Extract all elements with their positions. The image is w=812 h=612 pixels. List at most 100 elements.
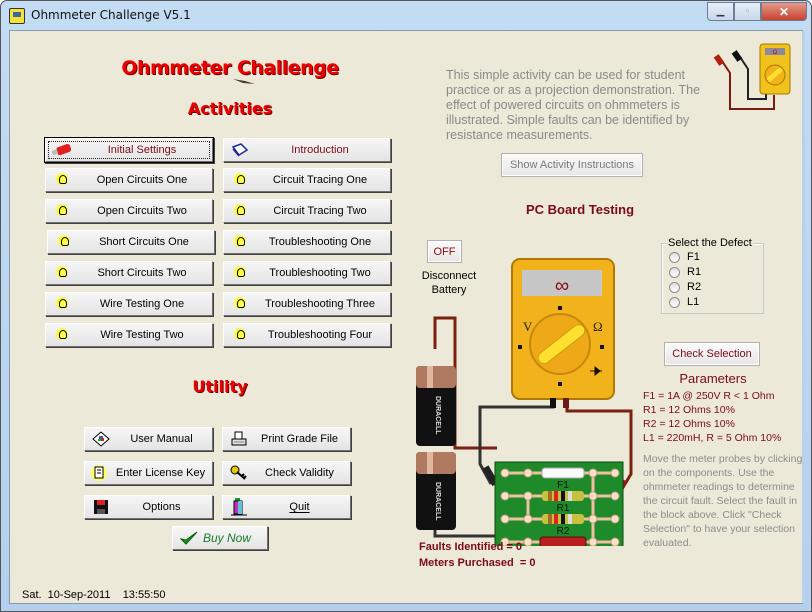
utility-heading: Utility	[192, 377, 248, 396]
maximize-icon: ▫	[745, 6, 750, 17]
activities-heading: Activities	[187, 99, 273, 118]
fuse-f1[interactable]	[541, 467, 585, 479]
battery-brand-top: DURACELL	[434, 396, 441, 435]
lightbulb-icon	[230, 202, 250, 220]
lightbulb-icon	[52, 295, 72, 313]
circuit-illustration: DURACELL DURACELL ∞ V Ω F1 R1 R2	[416, 258, 633, 546]
activity-button-wire-testing-one[interactable]: Wire Testing One	[45, 292, 213, 316]
defect-option-r1[interactable]: R1	[669, 266, 701, 278]
meter-display: ∞	[555, 275, 569, 297]
activity-button-label: Troubleshooting Four	[267, 329, 373, 341]
activity-button-label: Open Circuits One	[96, 174, 188, 186]
activity-button-troubleshooting-two[interactable]: Troubleshooting Two	[223, 261, 391, 285]
activity-button-initial-settings[interactable]: Initial Settings	[45, 138, 213, 162]
buy-now-button[interactable]: Buy Now	[172, 526, 268, 550]
user-manual-button[interactable]: User Manual	[84, 427, 213, 451]
title-bar[interactable]: Ohmmeter Challenge V5.1 ▁ ▫ ✕	[1, 1, 811, 29]
multimeter-logo-icon: Ω	[713, 43, 791, 110]
check-validity-label: Check Validity	[265, 467, 334, 479]
defect-option-l1[interactable]: L1	[669, 296, 699, 308]
lightbulb-icon	[230, 295, 250, 313]
activity-button-label: Short Circuits Two	[97, 267, 187, 279]
check-validity-button[interactable]: Check Validity	[222, 461, 351, 485]
checkmark-icon	[179, 529, 199, 547]
multimeter[interactable]: ∞ V Ω	[511, 258, 615, 408]
lightbulb-icon	[52, 171, 72, 189]
parameters-list: F1 = 1A @ 250V R < 1 Ohm R1 = 12 Ohms 10…	[643, 389, 781, 445]
options-button[interactable]: Options	[84, 495, 213, 519]
inductor-l1[interactable]	[539, 536, 587, 546]
parameters-title: Parameters	[679, 371, 747, 386]
status-datetime: Sat. 10-Sep-2011 13:55:50	[22, 589, 166, 601]
resistor-r1[interactable]	[542, 491, 584, 501]
activity-button-short-circuits-two[interactable]: Short Circuits Two	[45, 261, 213, 285]
defect-group-legend: Select the Defect	[667, 237, 753, 249]
show-activity-instructions-button[interactable]: Show Activity Instructions	[501, 153, 643, 177]
print-grade-file-label: Print Grade File	[260, 433, 339, 445]
pc-board: F1 R1 R2 L1	[494, 461, 624, 546]
activity-button-troubleshooting-four[interactable]: Troubleshooting Four	[223, 323, 391, 347]
radio-label-l1: L1	[687, 296, 700, 308]
close-button[interactable]: ✕	[761, 2, 807, 21]
radio-r1[interactable]	[669, 266, 680, 278]
maximize-button[interactable]: ▫	[734, 2, 761, 21]
book-icon	[230, 141, 250, 159]
app-window: Ohmmeter Challenge V5.1 ▁ ▫ ✕ Ohmmeter C…	[0, 0, 812, 612]
minimize-button[interactable]: ▁	[707, 2, 734, 21]
parameter-line: R2 = 12 Ohms 10%	[643, 418, 735, 430]
radio-f1[interactable]	[669, 251, 680, 263]
activity-button-label: Introduction	[291, 144, 349, 156]
activity-button-open-circuits-one[interactable]: Open Circuits One	[45, 168, 213, 192]
app-icon	[9, 8, 25, 24]
battery-brand-bottom: DURACELL	[434, 482, 441, 521]
printer-icon	[229, 430, 249, 448]
activity-description: This simple activity can be used for stu…	[446, 68, 701, 142]
buy-now-label: Buy Now	[203, 531, 252, 545]
defect-option-r2[interactable]: R2	[669, 281, 701, 293]
lightbulb-icon	[230, 264, 250, 282]
battery-top: DURACELL	[416, 366, 456, 446]
activity-button-circuit-tracing-one[interactable]: Circuit Tracing One	[223, 168, 391, 192]
lightbulb-icon	[230, 233, 250, 251]
lightbulb-icon	[54, 233, 74, 251]
label-r1: R1	[557, 503, 570, 514]
print-grade-file-button[interactable]: Print Grade File	[222, 427, 351, 451]
radio-label-r2: R2	[687, 281, 702, 293]
activity-button-troubleshooting-three[interactable]: Troubleshooting Three	[223, 292, 391, 316]
client-area: Ohmmeter Challenge Activities Utility Us…	[9, 30, 803, 604]
activity-button-circuit-tracing-two[interactable]: Circuit Tracing Two	[223, 199, 391, 223]
resistor-r2[interactable]	[542, 514, 584, 524]
radio-r2[interactable]	[669, 281, 680, 293]
parameter-line: F1 = 1A @ 250V R < 1 Ohm	[643, 390, 775, 402]
quit-button[interactable]: Quit	[222, 495, 351, 519]
parameter-line: L1 = 220mH, R = 5 Ohm 10%	[643, 432, 782, 444]
activity-button-label: Wire Testing Two	[100, 329, 184, 341]
defect-option-f1[interactable]: F1	[669, 251, 700, 263]
enter-license-key-button[interactable]: Enter License Key	[84, 461, 213, 485]
window-title: Ohmmeter Challenge V5.1	[31, 8, 191, 22]
meter-volts-label: V	[523, 319, 533, 334]
activity-button-open-circuits-two[interactable]: Open Circuits Two	[45, 199, 213, 223]
activity-button-label: Circuit Tracing One	[272, 174, 368, 186]
app-title: Ohmmeter Challenge	[121, 57, 339, 79]
pc-board-testing-title: PC Board Testing	[525, 202, 635, 217]
instructions-text: Move the meter probes by clicking on the…	[643, 453, 803, 549]
activity-button-label: Wire Testing One	[99, 298, 185, 310]
check-selection-button[interactable]: Check Selection	[664, 342, 760, 366]
eagle-icon	[233, 79, 255, 84]
usb-stick-icon	[52, 141, 72, 159]
lightbulb-icon	[230, 171, 250, 189]
manual-disk-icon	[91, 430, 111, 448]
lightbulb-icon	[52, 264, 72, 282]
activity-button-short-circuits-one[interactable]: Short Circuits One	[47, 230, 215, 254]
activity-button-wire-testing-two[interactable]: Wire Testing Two	[45, 323, 213, 347]
activity-button-introduction[interactable]: Introduction	[223, 138, 391, 162]
license-document-icon	[89, 464, 109, 482]
parameter-line: R1 = 12 Ohms 10%	[643, 404, 735, 416]
meters-purchased-counter: Meters Purchased = 0	[419, 557, 536, 569]
activity-button-label: Open Circuits Two	[97, 205, 187, 217]
radio-l1[interactable]	[669, 296, 680, 308]
options-label: Options	[142, 501, 181, 513]
activity-button-troubleshooting-one[interactable]: Troubleshooting One	[223, 230, 391, 254]
radio-label-f1: F1	[687, 251, 700, 263]
